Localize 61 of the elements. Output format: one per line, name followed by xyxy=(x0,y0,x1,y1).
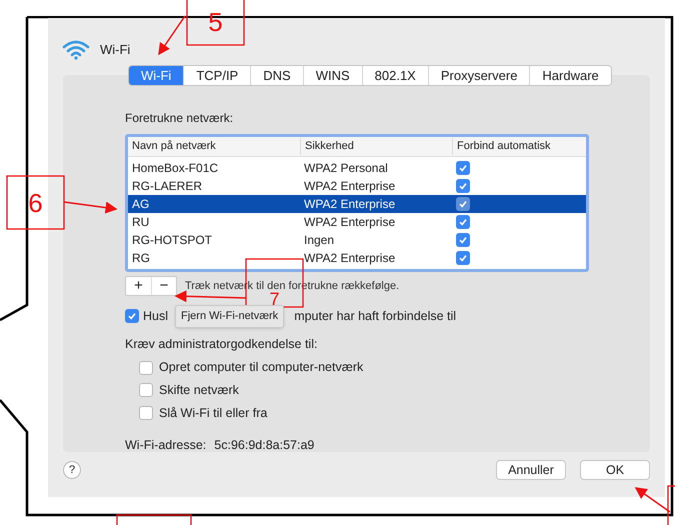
callout-number: 6 xyxy=(28,190,43,216)
network-name: HomeBox-F01C xyxy=(131,160,220,177)
checkbox-label: Skifte netværk xyxy=(159,382,239,399)
auto-connect-checkbox[interactable] xyxy=(456,161,470,175)
tooltip: Fjern Wi-Fi-netværk xyxy=(175,305,284,328)
auto-connect-checkbox[interactable] xyxy=(456,233,470,247)
address-value: 5c:96:9d:8a:57:a9 xyxy=(214,436,314,454)
auto-connect-checkbox[interactable] xyxy=(456,197,470,211)
callout-box xyxy=(6,175,65,230)
security-type: WPA2 Enterprise xyxy=(303,178,396,195)
network-row[interactable]: RG WPA2 Enterprise xyxy=(128,249,586,267)
section-label: Kræv administratorgodkendelse til: xyxy=(125,336,318,353)
network-name: RG xyxy=(131,250,151,267)
security-type: Ingen xyxy=(303,232,336,249)
callout-box xyxy=(667,485,675,525)
column-header[interactable]: Navn på netværk xyxy=(128,138,300,155)
column-header[interactable]: Sikkerhed xyxy=(300,138,452,155)
option-checkbox[interactable] xyxy=(139,383,153,398)
network-name: RG-LAERER xyxy=(131,178,204,195)
network-name: RU xyxy=(131,214,150,231)
network-row[interactable]: RG-HOTSPOT Ingen xyxy=(128,231,586,249)
cancel-button[interactable]: Annuller xyxy=(496,460,566,480)
auto-connect-checkbox[interactable] xyxy=(456,179,470,193)
address-label: Wi-Fi-adresse: xyxy=(125,436,206,454)
option-checkbox[interactable] xyxy=(139,406,153,420)
network-name: RG-HOTSPOT xyxy=(131,232,213,249)
security-type: WPA2 Enterprise xyxy=(303,196,396,213)
network-row[interactable]: HomeBox-F01C WPA2 Personal xyxy=(128,159,586,177)
network-row[interactable]: RU WPA2 Enterprise xyxy=(128,213,586,231)
security-type: WPA2 Personal xyxy=(303,160,389,177)
column-header[interactable]: Forbind automatisk xyxy=(452,138,586,155)
tab[interactable]: Hardware xyxy=(529,66,611,85)
callout-number: 7 xyxy=(269,290,280,308)
callout-arrow xyxy=(634,487,670,513)
section-label: Foretrukne netværk: xyxy=(125,110,234,127)
checkbox-label: mputer har haft forbindelse til xyxy=(294,308,456,325)
help-button[interactable]: ? xyxy=(63,461,81,479)
callout-arrow xyxy=(158,16,186,56)
auto-connect-checkbox[interactable] xyxy=(456,215,470,229)
network-row[interactable]: AG WPA2 Enterprise xyxy=(128,195,586,213)
ok-button[interactable]: OK xyxy=(580,460,650,480)
callout-arrow xyxy=(174,290,246,302)
network-row[interactable]: RG-LAERER WPA2 Enterprise xyxy=(128,177,586,195)
checkbox-label: Husl xyxy=(143,308,168,325)
remember-checkbox[interactable] xyxy=(125,309,139,324)
checkbox-label: Slå Wi-Fi til eller fra xyxy=(159,404,268,422)
add-button[interactable]: + xyxy=(126,277,151,295)
tab[interactable]: Proxyservere xyxy=(428,66,530,85)
wifi-icon xyxy=(62,40,90,60)
network-name: AG xyxy=(131,196,150,213)
tab[interactable]: Wi-Fi xyxy=(129,66,184,85)
auto-connect-checkbox[interactable] xyxy=(456,251,470,265)
security-type: WPA2 Enterprise xyxy=(303,250,396,267)
checkbox-label: Opret computer til computer-netværk xyxy=(159,359,364,376)
callout-arrow xyxy=(64,201,118,214)
security-type: WPA2 Enterprise xyxy=(303,214,396,231)
remove-button[interactable]: − xyxy=(151,277,176,295)
checkmark-icon xyxy=(127,311,137,322)
callout-box xyxy=(186,0,245,46)
window-title: Wi-Fi xyxy=(100,41,130,60)
option-checkbox[interactable] xyxy=(139,360,153,375)
